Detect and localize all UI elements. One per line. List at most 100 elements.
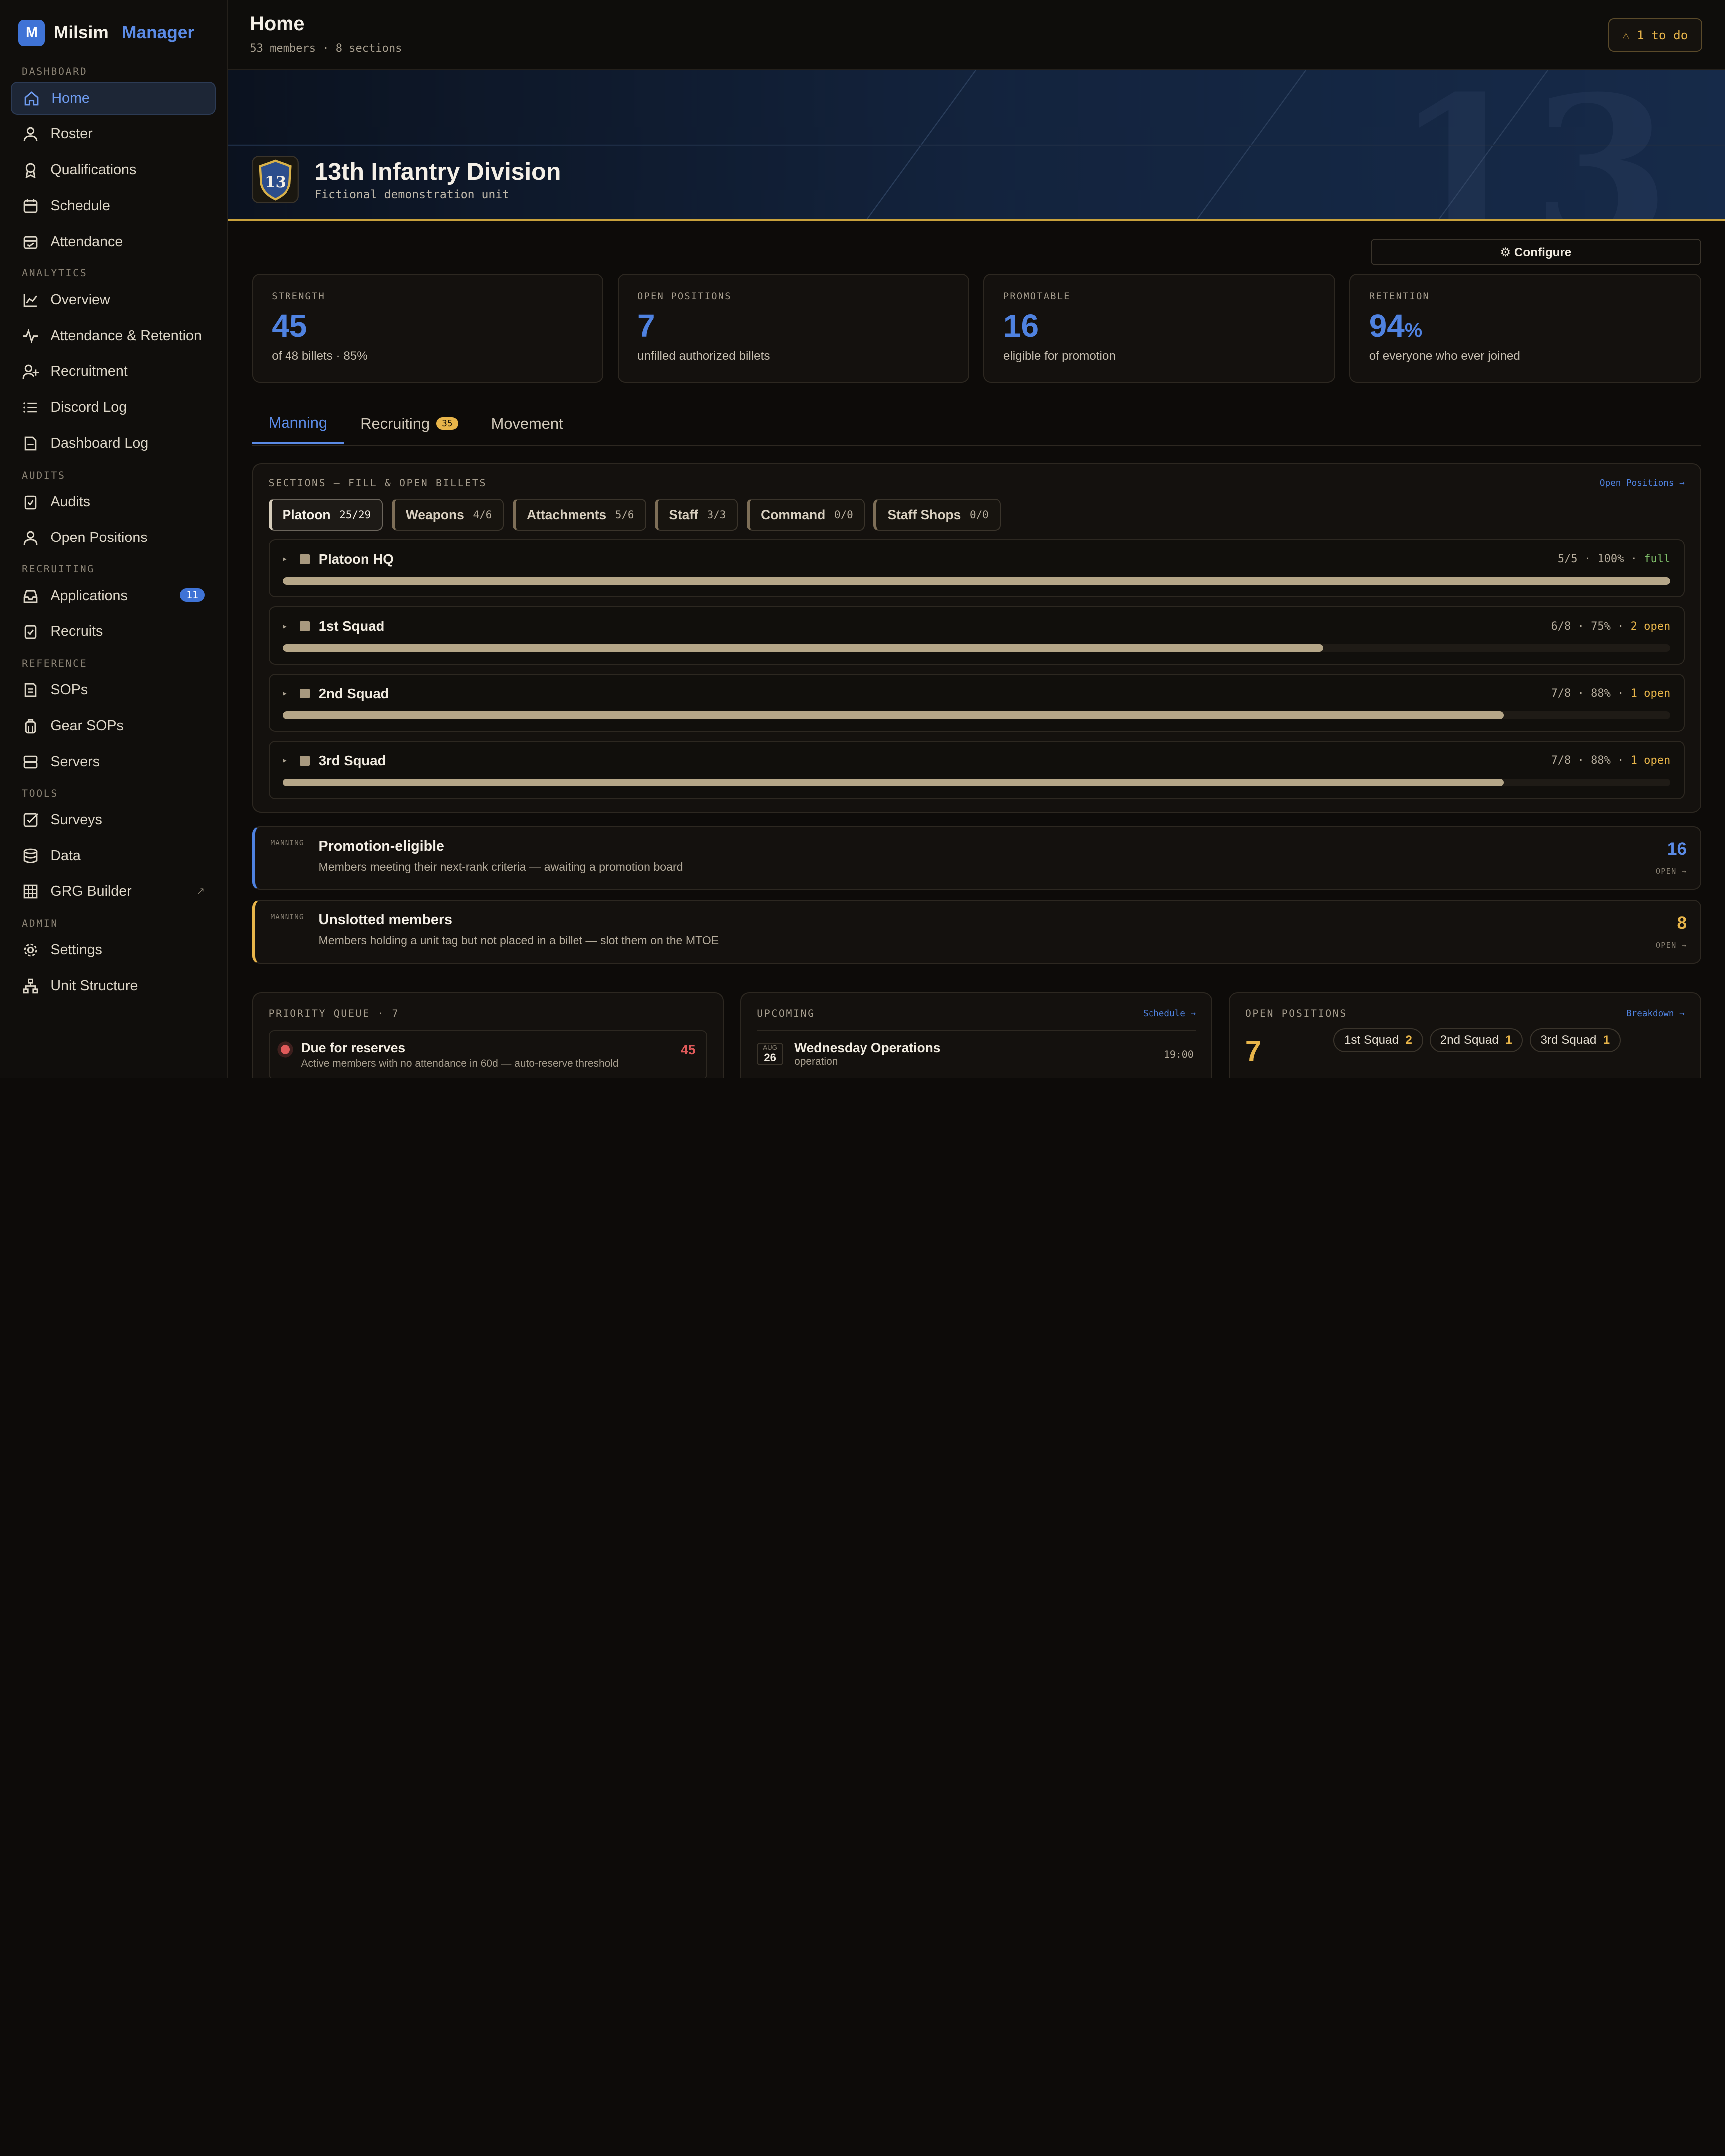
sidebar-item-overview[interactable]: Overview [11, 283, 216, 316]
stat-card-open-positions[interactable]: OPEN POSITIONS 7 unfilled authorized bille… [617, 273, 969, 383]
section-progress-bar [283, 711, 1671, 719]
tab-movement[interactable]: Movement [475, 403, 579, 445]
section-fill-stat: 7/8 · 88% · 1 open [1551, 687, 1670, 700]
sidebar-item-schedule[interactable]: Schedule [11, 190, 216, 223]
alert-unslotted-members[interactable]: MANNING Unslotted members Members holding … [252, 900, 1701, 964]
sidebar-item-open-positions[interactable]: Open Positions [11, 521, 216, 554]
chip-count: 1 [1603, 1033, 1610, 1047]
caret-right-icon[interactable]: ▸ [283, 622, 300, 631]
sidebar-item-roster[interactable]: Roster [11, 118, 216, 151]
stat-card-retention[interactable]: RETENTION 94% of everyone who ever joined [1349, 273, 1701, 383]
sidebar-item-surveys[interactable]: Surveys [11, 804, 216, 836]
section-row-2nd-squad[interactable]: ▸ 2nd Squad 7/8 · 88% · 1 open [268, 673, 1685, 732]
nav-section-recruiting: RECRUITING [22, 563, 95, 575]
section-row-3rd-squad[interactable]: ▸ 3rd Squad 7/8 · 88% · 1 open [268, 740, 1685, 799]
sidebar-item-label: Settings [50, 942, 102, 958]
user-plus-icon [22, 363, 39, 380]
user-icon [22, 529, 39, 546]
sidebar-item-home[interactable]: Home [11, 82, 216, 115]
breakdown-link[interactable]: Breakdown → [1626, 1009, 1685, 1019]
sidebar-item-recruitment[interactable]: Recruitment [11, 355, 216, 388]
sidebar-item-label: Dashboard Log [50, 435, 149, 452]
sidebar-item-applications[interactable]: Applications 11 [11, 579, 216, 612]
open-positions-link[interactable]: Open Positions → [1600, 478, 1685, 488]
open-position-chip-2nd-squad[interactable]: 2nd Squad 1 [1429, 1028, 1523, 1053]
main-content: Home 53 members · 8 sections ⚠ 1 to do 1… [228, 0, 1725, 1078]
section-row-platoon-hq[interactable]: ▸ Platoon HQ 5/5 · 100% · full [268, 539, 1685, 598]
stat-card-strength[interactable]: STRENGTH 45 of 48 billets · 85% [252, 273, 603, 383]
stat-label: STRENGTH [272, 291, 325, 302]
section-chip-platoon[interactable]: Platoon 25/29 [268, 499, 383, 531]
section-chip-staff-shops[interactable]: Staff Shops 0/0 [873, 499, 1001, 531]
stat-card-promotable[interactable]: PROMOTABLE 16 eligible for promotion [983, 273, 1335, 383]
panel-title: SECTIONS — FILL & OPEN BILLETS [268, 477, 487, 489]
sidebar-item-attendance[interactable]: Attendance [11, 225, 216, 258]
tab-manning[interactable]: Manning [252, 403, 344, 445]
unit-hero-banner: 13 13 13th Infantry Division Fictional d… [228, 70, 1725, 221]
alert-count: 8 [1677, 913, 1687, 933]
chip-label: Staff Shops [887, 507, 961, 522]
sidebar-item-qualifications[interactable]: Qualifications [11, 154, 216, 187]
alert-dot-icon [280, 1044, 290, 1055]
stat-label: PROMOTABLE [1003, 291, 1071, 302]
caret-right-icon[interactable]: ▸ [283, 689, 300, 698]
section-chip-command[interactable]: Command 0/0 [747, 499, 865, 531]
nav-section-analytics: ANALYTICS [22, 268, 88, 279]
sidebar-item-settings[interactable]: Settings [11, 934, 216, 967]
sidebar-item-unit-structure[interactable]: Unit Structure [11, 970, 216, 1003]
configure-button[interactable]: ⚙ Configure [1371, 239, 1701, 266]
sidebar-item-discord-log[interactable]: Discord Log [11, 391, 216, 424]
sidebar-item-servers[interactable]: Servers [11, 745, 216, 778]
section-fill-text: 7/8 · 88% · [1551, 754, 1631, 767]
sidebar-item-audits[interactable]: Audits [11, 485, 216, 518]
open-position-chips: 1st Squad 2 2nd Squad 1 3rd Squad 1 [1333, 1028, 1621, 1068]
sidebar-item-sops[interactable]: SOPs [11, 674, 216, 707]
section-row-1st-squad[interactable]: ▸ 1st Squad 6/8 · 75% · 2 open [268, 606, 1685, 665]
alert-promotion-eligible[interactable]: MANNING Promotion-eligible Members meeting… [252, 826, 1701, 890]
tab-recruiting[interactable]: Recruiting 35 [344, 403, 474, 445]
schedule-link[interactable]: Schedule → [1143, 1009, 1196, 1019]
caret-right-icon[interactable]: ▸ [283, 756, 300, 765]
stat-subtitle: of 48 billets · 85% [272, 349, 368, 363]
chip-count: 5/6 [615, 509, 634, 521]
sidebar-item-data[interactable]: Data [11, 839, 216, 872]
section-chip-attachments[interactable]: Attachments 5/6 [512, 499, 646, 531]
open-position-chip-1st-squad[interactable]: 1st Squad 2 [1333, 1028, 1423, 1053]
alert-open-link[interactable]: OPEN → [1656, 867, 1687, 876]
stat-subtitle: of everyone who ever joined [1369, 349, 1520, 363]
section-chip-weapons[interactable]: Weapons 4/6 [391, 499, 504, 531]
section-progress-fill [283, 778, 1504, 787]
chip-count: 4/6 [473, 509, 492, 521]
chip-count: 25/29 [339, 509, 371, 521]
brand-name: Milsim [53, 23, 109, 43]
sidebar-item-gear-sops[interactable]: Gear SOPs [11, 710, 216, 743]
section-color-swatch [300, 756, 310, 766]
sidebar-item-recruits[interactable]: Recruits [11, 615, 216, 648]
priority-item[interactable]: Due for reserves Active members with no … [268, 1030, 708, 1078]
inbox-icon [22, 587, 39, 604]
sidebar-item-attendance-and-retention[interactable]: Attendance & Retention [11, 319, 216, 352]
chip-label: Platoon [282, 507, 331, 522]
todo-button[interactable]: ⚠ 1 to do [1608, 18, 1702, 52]
open-position-chip-3rd-squad[interactable]: 3rd Squad 1 [1529, 1028, 1621, 1053]
sidebar-item-dashboard-log[interactable]: Dashboard Log [11, 427, 216, 460]
section-fill-text: 7/8 · 88% · [1551, 687, 1631, 700]
event-title: Wednesday Operations [794, 1040, 941, 1055]
sidebar-item-label: GRG Builder [50, 883, 132, 900]
event-type: operation [794, 1055, 838, 1067]
brand[interactable]: M Milsim Manager [11, 17, 216, 59]
section-color-swatch [300, 554, 310, 564]
caret-right-icon[interactable]: ▸ [283, 554, 300, 564]
event-date: AUG 26 [757, 1042, 784, 1065]
stat-subtitle: eligible for promotion [1003, 349, 1116, 363]
section-chip-staff[interactable]: Staff 3/3 [655, 499, 738, 531]
chip-label: Staff [669, 507, 698, 522]
upcoming-event[interactable]: AUG 26 Wednesday Operations operation 19… [757, 1030, 1196, 1068]
sidebar-item-label: Home [51, 90, 90, 106]
sidebar-item-label: Surveys [50, 811, 102, 828]
sidebar-item-grg-builder[interactable]: GRG Builder ↗ [11, 875, 216, 908]
tab-count-badge: 35 [436, 417, 458, 430]
tab-label: Recruiting [360, 414, 430, 432]
stat-value-row: 7 [637, 310, 949, 342]
alert-open-link[interactable]: OPEN → [1656, 941, 1687, 950]
